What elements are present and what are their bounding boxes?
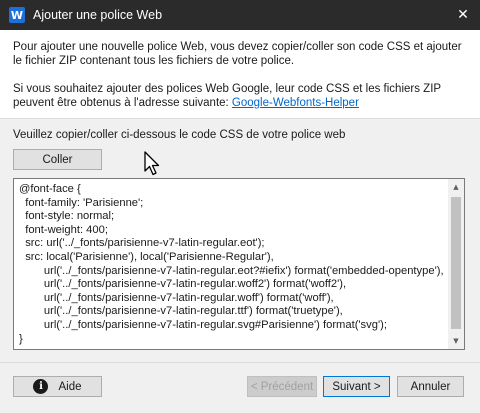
intro-paragraph-1: Pour ajouter une nouvelle police Web, vo…	[13, 41, 462, 67]
intro-panel: Pour ajouter une nouvelle police Web, vo…	[0, 30, 480, 119]
title-bar: W Ajouter une police Web ✕	[0, 0, 480, 30]
scroll-down-icon[interactable]: ▼	[448, 333, 464, 349]
close-button[interactable]: ✕	[446, 0, 480, 30]
vertical-scrollbar[interactable]: ▲ ▼	[448, 179, 464, 349]
scroll-up-icon[interactable]: ▲	[448, 179, 464, 195]
app-icon: W	[9, 7, 25, 23]
css-code-textarea[interactable]: @font-face { font-family: 'Parisienne'; …	[13, 178, 465, 350]
scroll-thumb[interactable]	[451, 197, 461, 329]
info-icon: i	[33, 379, 49, 394]
css-code-text[interactable]: @font-face { font-family: 'Parisienne'; …	[19, 183, 447, 346]
help-label: Aide	[58, 380, 82, 393]
next-button[interactable]: Suivant >	[323, 376, 390, 397]
cancel-button[interactable]: Annuler	[397, 376, 464, 397]
google-webfonts-helper-link[interactable]: Google-Webfonts-Helper	[232, 97, 359, 109]
intro-paragraph-2: Si vous souhaitez ajouter des polices We…	[13, 82, 467, 110]
close-icon: ✕	[457, 7, 469, 23]
previous-button: < Précédent	[247, 376, 317, 397]
intro-paragraph-2-text: Si vous souhaitez ajouter des polices We…	[13, 83, 441, 109]
paste-button[interactable]: Coller	[13, 149, 102, 170]
footer-divider	[0, 362, 480, 363]
mouse-pointer-icon	[144, 151, 160, 176]
paste-instruction: Veuillez copier/coller ci-dessous le cod…	[13, 129, 346, 141]
help-button[interactable]: i Aide	[13, 376, 102, 397]
window-title: Ajouter une police Web	[33, 8, 163, 22]
